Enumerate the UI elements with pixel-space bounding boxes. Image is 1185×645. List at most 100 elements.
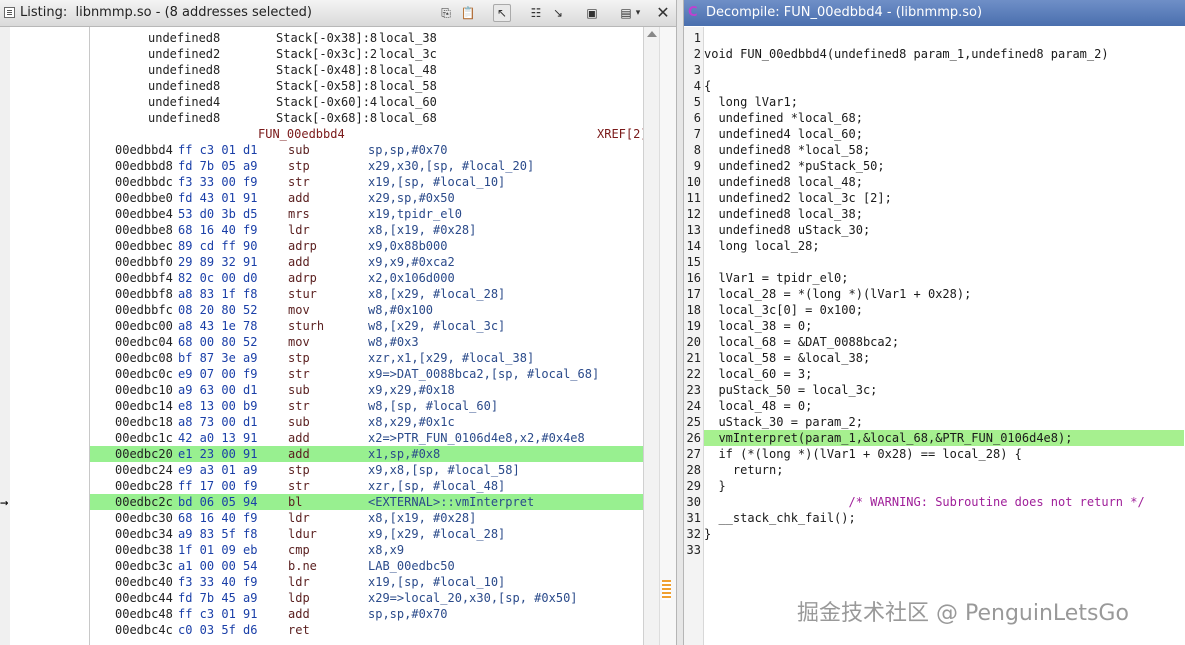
code-line[interactable]: } — [704, 478, 1184, 494]
stack-var-row[interactable]: undefined8 Stack[-0x48]:8 local_48 — [90, 62, 643, 78]
code-line[interactable]: lVar1 = tpidr_el0; — [704, 270, 1184, 286]
instruction-row[interactable]: 00edbc44 fd 7b 45 a9 ldp x29=>local_20,x30,… — [90, 590, 643, 606]
code-line[interactable]: puStack_50 = local_3c; — [704, 382, 1184, 398]
code-line[interactable]: undefined8 *local_58; — [704, 142, 1184, 158]
code-line[interactable]: undefined8 local_48; — [704, 174, 1184, 190]
dropdown-arrow-icon[interactable]: ▾ — [633, 4, 643, 22]
instruction-row[interactable]: 00edbc24 e9 a3 01 a9 stp x9,x8,[sp, #local_… — [90, 462, 643, 478]
instruction-row[interactable]: 00edbc14 e8 13 00 b9 str w8,[sp, #local_60] — [90, 398, 643, 414]
instruction-row[interactable]: 00edbc48 ff c3 01 91 add sp,sp,#0x70 — [90, 606, 643, 622]
instruction-row[interactable]: 00edbc28 ff 17 00 f9 str xzr,[sp, #local_48… — [90, 478, 643, 494]
instruction-row[interactable]: 00edbbfc 08 20 80 52 mov w8,#0x100 — [90, 302, 643, 318]
code-line[interactable]: void FUN_00edbbd4(undefined8 param_1,und… — [704, 46, 1184, 62]
instruction-row[interactable]: 00edbc18 a8 73 00 d1 sub x8,x29,#0x1c — [90, 414, 643, 430]
code-line[interactable]: local_58 = &local_38; — [704, 350, 1184, 366]
instruction-row[interactable]: 00edbbe8 68 16 40 f9 ldr x8,[x19, #0x28] — [90, 222, 643, 238]
instruction-row[interactable]: 00edbbd4 ff c3 01 d1 sub sp,sp,#0x70 — [90, 142, 643, 158]
instruction-row[interactable]: 00edbc30 68 16 40 f9 ldr x8,[x19, #0x28] — [90, 510, 643, 526]
instruction-mnemonic: mov — [288, 303, 310, 317]
stack-var-row[interactable]: undefined4 Stack[-0x60]:4 local_60 — [90, 94, 643, 110]
code-line[interactable]: uStack_30 = param_2; — [704, 414, 1184, 430]
instruction-row[interactable]: 00edbc00 a8 43 1e 78 sturh w8,[x29, #local_… — [90, 318, 643, 334]
panel-divider[interactable] — [676, 0, 684, 645]
instruction-row[interactable]: 00edbc40 f3 33 40 f9 ldr x19,[sp, #local_10… — [90, 574, 643, 590]
instruction-row[interactable]: 00edbc4c c0 03 5f d6 ret — [90, 622, 643, 638]
code-line[interactable]: undefined8 uStack_30; — [704, 222, 1184, 238]
scroll-up-arrow-icon[interactable] — [647, 31, 657, 37]
instruction-row[interactable]: 00edbc0c e9 07 00 f9 str x9=>DAT_0088bca2,[… — [90, 366, 643, 382]
instruction-operands: x8,[x29, #local_28] — [368, 287, 506, 301]
code-line[interactable]: local_60 = 3; — [704, 366, 1184, 382]
code-line[interactable]: /* WARNING: Subroutine does not return *… — [704, 494, 1184, 510]
code-line[interactable]: long local_28; — [704, 238, 1184, 254]
code-line[interactable]: local_38 = 0; — [704, 318, 1184, 334]
code-line[interactable]: local_28 = *(long *)(lVar1 + 0x28); — [704, 286, 1184, 302]
code-line[interactable]: undefined2 local_3c [2]; — [704, 190, 1184, 206]
code-line[interactable]: undefined *local_68; — [704, 110, 1184, 126]
stack-var-row[interactable]: undefined2 Stack[-0x3c]:2 local_3c — [90, 46, 643, 62]
stack-var-row[interactable]: undefined8 Stack[-0x68]:8 local_68 — [90, 110, 643, 126]
function-label-row[interactable]: FUN_00edbbd4 XREF[2] — [90, 126, 648, 142]
code-line[interactable]: long lVar1; — [704, 94, 1184, 110]
stack-var-row[interactable]: undefined8 Stack[-0x38]:8 local_38 — [90, 30, 643, 46]
code-line[interactable]: if (*(long *)(lVar1 + 0x28) == local_28)… — [704, 446, 1184, 462]
instruction-bytes: 1f 01 09 eb — [178, 543, 258, 557]
code-line[interactable]: local_68 = &DAT_0088bca2; — [704, 334, 1184, 350]
instruction-bytes: a8 83 1f f8 — [178, 287, 258, 301]
code-line[interactable]: undefined2 *puStack_50; — [704, 158, 1184, 174]
instruction-address: 00edbc40 — [115, 575, 173, 589]
xref-label[interactable]: XREF[2] — [597, 126, 648, 142]
overview-bar[interactable] — [659, 27, 677, 645]
snapshot-icon[interactable]: ▣ — [583, 4, 601, 22]
instruction-bytes: ff c3 01 91 — [178, 607, 258, 621]
diff-icon[interactable]: ↘ — [549, 4, 567, 22]
instruction-row[interactable]: 00edbc1c 42 a0 13 91 add x2=>PTR_FUN_0106d4… — [90, 430, 643, 446]
code-line[interactable]: local_3c[0] = 0x100; — [704, 302, 1184, 318]
code-line[interactable]: { — [704, 78, 1184, 94]
code-line[interactable] — [704, 62, 1184, 78]
listing-title-bar: Listing: libnmmp.so - (8 addresses selec… — [0, 0, 676, 27]
code-line[interactable]: } — [704, 526, 1184, 542]
instruction-row[interactable]: 00edbc10 a9 63 00 d1 sub x9,x29,#0x18 — [90, 382, 643, 398]
instruction-row[interactable]: 00edbc20 e1 23 00 91 add x1,sp,#0x8 — [90, 446, 643, 462]
instruction-address: 00edbbe0 — [115, 191, 173, 205]
decompile-code[interactable]: void FUN_00edbbd4(undefined8 param_1,und… — [684, 27, 1185, 645]
instruction-row[interactable]: 00edbbf8 a8 83 1f f8 stur x8,[x29, #local_2… — [90, 286, 643, 302]
decompile-title: Decompile: FUN_00edbbd4 - (libnmmp.so) — [706, 5, 983, 20]
instruction-row[interactable]: 00edbbdc f3 33 00 f9 str x19,[sp, #local_10… — [90, 174, 643, 190]
code-line[interactable] — [704, 254, 1184, 270]
paste-icon[interactable]: 📋 — [459, 4, 477, 22]
field-layout-icon[interactable]: ☷ — [527, 4, 545, 22]
close-icon[interactable]: ✕ — [654, 4, 672, 22]
code-line[interactable] — [704, 30, 1184, 46]
listing-scrollbar[interactable] — [643, 27, 660, 645]
instruction-row[interactable]: 00edbc2c bd 06 05 94 bl <EXTERNAL>::vmInter… — [90, 494, 643, 510]
instruction-row[interactable]: 00edbbe0 fd 43 01 91 add x29,sp,#0x50 — [90, 190, 643, 206]
instruction-operands: w8,#0x3 — [368, 335, 419, 349]
code-line[interactable] — [704, 542, 1184, 558]
code-line[interactable]: undefined4 local_60; — [704, 126, 1184, 142]
stack-var-type: undefined8 — [148, 111, 221, 125]
instruction-row[interactable]: 00edbbf0 29 89 32 91 add x9,x9,#0xca2 — [90, 254, 643, 270]
listing-code-area[interactable]: undefined8 Stack[-0x38]:8 local_38 undefine… — [89, 27, 648, 645]
code-line[interactable]: __stack_chk_fail(); — [704, 510, 1184, 526]
copy-icon[interactable]: ⎘ — [437, 4, 455, 22]
code-line[interactable]: undefined8 local_38; — [704, 206, 1184, 222]
instruction-row[interactable]: 00edbc08 bf 87 3e a9 stp xzr,x1,[x29, #loca… — [90, 350, 643, 366]
instruction-row[interactable]: 00edbbf4 82 0c 00 d0 adrp x2,0x106d000 — [90, 270, 643, 286]
stack-var-type: undefined4 — [148, 95, 221, 109]
instruction-bytes: f3 33 00 f9 — [178, 175, 258, 189]
instruction-row[interactable]: 00edbc34 a9 83 5f f8 ldur x9,[x29, #local_2… — [90, 526, 643, 542]
instruction-row[interactable]: 00edbbe4 53 d0 3b d5 mrs x19,tpidr_el0 — [90, 206, 643, 222]
cursor-tool-icon[interactable]: ↖ — [493, 4, 511, 22]
instruction-row[interactable]: 00edbc3c a1 00 00 54 b.ne LAB_00edbc50 — [90, 558, 643, 574]
code-line[interactable]: return; — [704, 462, 1184, 478]
code-line[interactable]: vmInterpret(param_1,&local_68,&PTR_FUN_0… — [704, 430, 1184, 446]
instruction-operands: x2=>PTR_FUN_0106d4e8,x2,#0x4e8 — [368, 431, 585, 445]
stack-var-row[interactable]: undefined8 Stack[-0x58]:8 local_58 — [90, 78, 643, 94]
instruction-row[interactable]: 00edbc04 68 00 80 52 mov w8,#0x3 — [90, 334, 643, 350]
instruction-row[interactable]: 00edbc38 1f 01 09 eb cmp x8,x9 — [90, 542, 643, 558]
instruction-row[interactable]: 00edbbd8 fd 7b 05 a9 stp x29,x30,[sp, #loca… — [90, 158, 643, 174]
instruction-row[interactable]: 00edbbec 89 cd ff 90 adrp x9,0x88b000 — [90, 238, 643, 254]
code-line[interactable]: local_48 = 0; — [704, 398, 1184, 414]
